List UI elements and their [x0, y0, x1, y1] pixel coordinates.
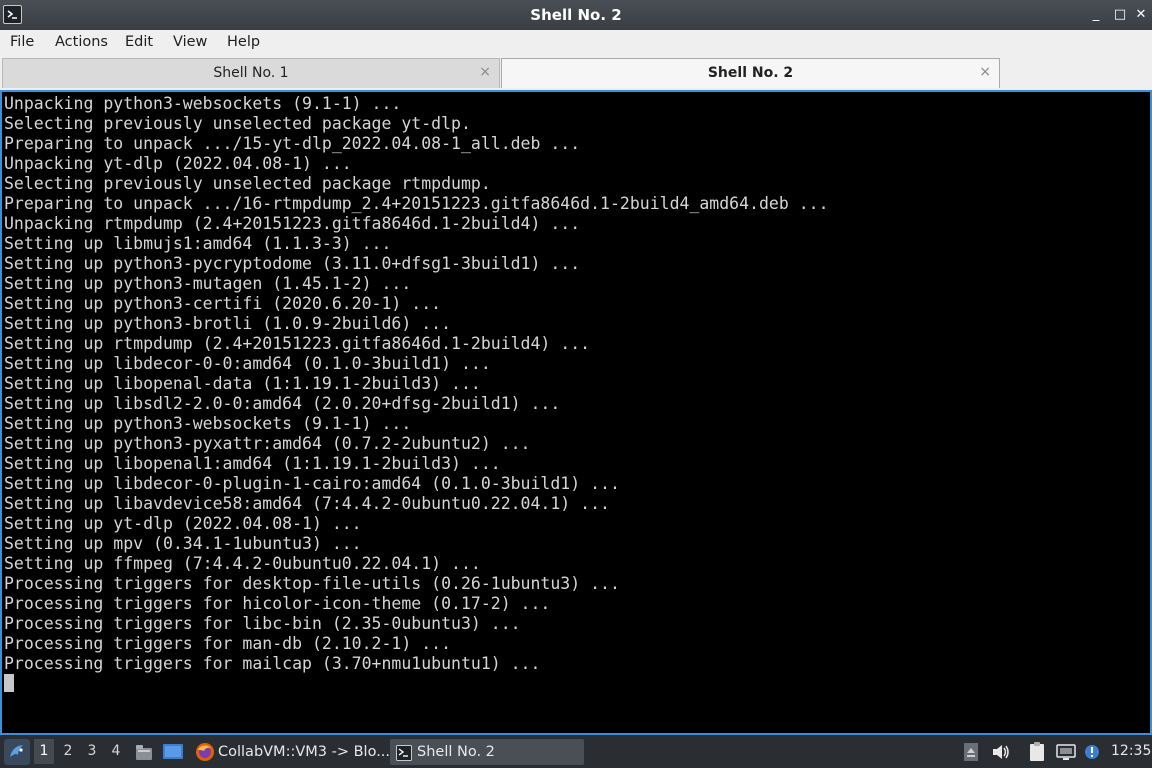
- terminal-line: Setting up libmujs1:amd64 (1.1.3-3) ...: [4, 234, 392, 253]
- menu-file[interactable]: File: [10, 34, 34, 50]
- update-notifier-icon[interactable]: [1083, 741, 1101, 763]
- window-title: Shell No. 2: [530, 6, 622, 24]
- tab-label: Shell No. 1: [213, 65, 289, 81]
- terminal-line: Setting up python3-brotli (1.0.9-2build6…: [4, 314, 452, 333]
- menu-view[interactable]: View: [173, 34, 207, 50]
- maximize-button[interactable]: □: [1110, 5, 1130, 25]
- tab-shell-2[interactable]: Shell No. 2 ×: [501, 58, 1000, 88]
- terminal-line: Processing triggers for libc-bin (2.35-0…: [4, 614, 521, 633]
- file-manager-icon[interactable]: [134, 742, 154, 762]
- terminal-line: Setting up libsdl2-2.0-0:amd64 (2.0.20+d…: [4, 394, 561, 413]
- terminal-line: Unpacking yt-dlp (2022.04.08-1) ...: [4, 154, 352, 173]
- task-label: CollabVM::VM3 -> Blo...: [218, 744, 391, 760]
- terminal-line: Setting up python3-certifi (2020.6.20-1)…: [4, 294, 442, 313]
- task-terminal[interactable]: Shell No. 2: [390, 739, 584, 765]
- tab-bar: Shell No. 1 × Shell No. 2 ×: [0, 56, 1152, 90]
- firefox-icon: [195, 742, 215, 762]
- terminal-line: Preparing to unpack .../15-yt-dlp_2022.0…: [4, 134, 581, 153]
- taskbar: 1 2 3 4 CollabVM::VM3 -> Blo... Shell No…: [0, 735, 1152, 768]
- workspace-2[interactable]: 2: [58, 743, 78, 759]
- terminal-line: Setting up libopenal1:amd64 (1:1.19.1-2b…: [4, 454, 501, 473]
- terminal-line: Setting up libavdevice58:amd64 (7:4.4.2-…: [4, 494, 610, 513]
- tab-close-icon[interactable]: ×: [479, 64, 491, 80]
- terminal-line: Setting up python3-pycryptodome (3.11.0+…: [4, 254, 581, 273]
- tab-shell-1[interactable]: Shell No. 1 ×: [2, 58, 500, 88]
- text-cursor: [4, 674, 14, 692]
- workspace-4[interactable]: 4: [106, 743, 126, 759]
- clock[interactable]: 12:35: [1111, 743, 1151, 759]
- show-desktop-icon[interactable]: [162, 742, 184, 762]
- terminal-line: Processing triggers for man-db (2.10.2-1…: [4, 634, 452, 653]
- terminal-line: Setting up libdecor-0-0:amd64 (0.1.0-3bu…: [4, 354, 491, 373]
- network-icon[interactable]: [1055, 741, 1077, 763]
- terminal-line: Unpacking rtmpdump (2.4+20151223.gitfa86…: [4, 214, 581, 233]
- terminal-line: Setting up yt-dlp (2022.04.08-1) ...: [4, 514, 362, 533]
- terminal-line: Setting up libopenal-data (1:1.19.1-2bui…: [4, 374, 481, 393]
- terminal-line: Setting up python3-mutagen (1.45.1-2) ..…: [4, 274, 412, 293]
- terminal-line: Unpacking python3-websockets (9.1-1) ...: [4, 94, 402, 113]
- terminal-line: Setting up ffmpeg (7:4.4.2-0ubuntu0.22.0…: [4, 554, 481, 573]
- terminal-line: Setting up libdecor-0-plugin-1-cairo:amd…: [4, 474, 620, 493]
- workspace-3[interactable]: 3: [82, 743, 102, 759]
- terminal-line: Processing triggers for desktop-file-uti…: [4, 574, 620, 593]
- menu-edit[interactable]: Edit: [125, 34, 153, 50]
- terminal-line: Setting up python3-pyxattr:amd64 (0.7.2-…: [4, 434, 531, 453]
- tab-close-icon[interactable]: ×: [979, 64, 991, 80]
- menu-bar: File Actions Edit View Help: [0, 30, 1152, 56]
- workspace-1[interactable]: 1: [34, 739, 54, 764]
- terminal-line: Selecting previously unselected package …: [4, 174, 491, 193]
- terminal-line: Setting up mpv (0.34.1-1ubuntu3) ...: [4, 534, 362, 553]
- menu-actions[interactable]: Actions: [55, 34, 108, 50]
- tab-label: Shell No. 2: [707, 65, 794, 81]
- start-menu-icon[interactable]: [4, 739, 30, 765]
- terminal-line: Preparing to unpack .../16-rtmpdump_2.4+…: [4, 194, 829, 213]
- minimize-button[interactable]: _: [1086, 5, 1106, 25]
- terminal-line: Processing triggers for hicolor-icon-the…: [4, 594, 551, 613]
- terminal-line: Setting up python3-websockets (9.1-1) ..…: [4, 414, 412, 433]
- terminal-icon: [396, 744, 412, 761]
- terminal-line: Selecting previously unselected package …: [4, 114, 471, 133]
- terminal-line: Setting up rtmpdump (2.4+20151223.gitfa8…: [4, 334, 591, 353]
- terminal-view[interactable]: Unpacking python3-websockets (9.1-1) ...…: [0, 90, 1152, 735]
- volume-icon[interactable]: [990, 741, 1012, 763]
- menu-help[interactable]: Help: [227, 34, 260, 50]
- task-label: Shell No. 2: [417, 744, 495, 760]
- clipboard-icon[interactable]: [1027, 741, 1047, 763]
- terminal-output: Unpacking python3-websockets (9.1-1) ...…: [4, 94, 829, 674]
- eject-icon[interactable]: [962, 741, 980, 763]
- terminal-line: Processing triggers for mailcap (3.70+nm…: [4, 654, 541, 673]
- task-firefox[interactable]: CollabVM::VM3 -> Blo...: [192, 739, 390, 765]
- close-button[interactable]: ✕: [1131, 5, 1151, 25]
- title-bar: Shell No. 2 _ □ ✕: [0, 0, 1152, 30]
